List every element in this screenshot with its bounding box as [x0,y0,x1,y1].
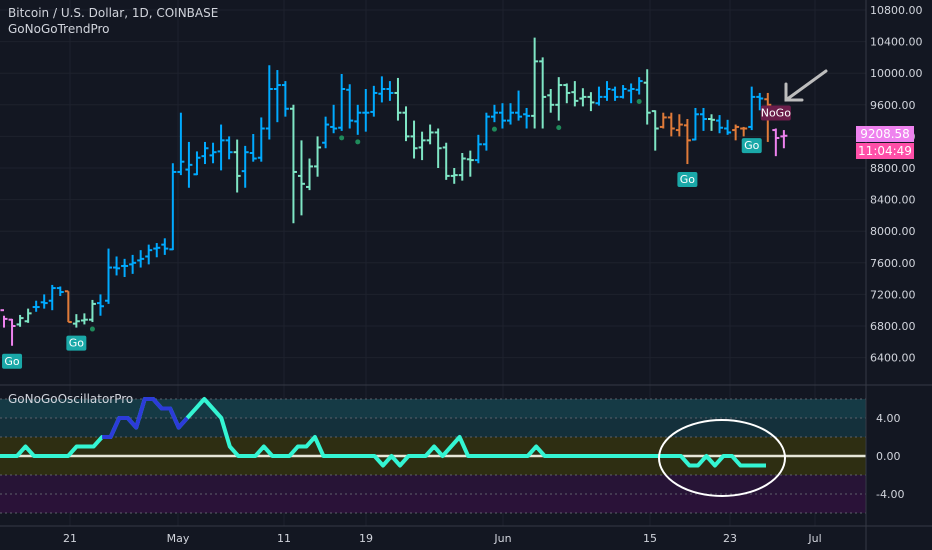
countdown-tag: 11:04:49 [856,143,914,159]
price-tick-label: 7600.00 [870,257,916,270]
time-tick-label: Jul [807,532,821,545]
oscillator-tick-label: 0.00 [876,450,901,463]
price-tick-label: 6400.00 [870,352,916,365]
oscillator-tick-label: 4.00 [876,412,901,425]
go-dot [556,125,562,131]
go-dot [89,326,95,332]
go-dot [636,99,642,105]
time-tick-label: 21 [63,532,77,545]
go-dot [339,135,345,141]
current-price-tag: 9208.58 [856,126,914,142]
time-tick-label: 23 [723,532,737,545]
price-tick-label: 10800.00 [870,4,923,17]
price-tick-label: 10000.00 [870,67,923,80]
price-tick-label: 8400.00 [870,194,916,207]
price-tick-label: 10400.00 [870,36,923,49]
time-tick-label: May [167,532,190,545]
go-dot [355,139,361,145]
signal-label-text: Go [744,139,760,152]
go-dot [491,126,497,132]
time-tick-label: 15 [643,532,657,545]
time-tick-label: Jun [493,532,511,545]
symbol-title: Bitcoin / U.S. Dollar, 1D, COINBASE [8,6,219,20]
trend-indicator-title: GoNoGoTrendPro [8,22,110,36]
oscillator-tick-label: -4.00 [876,488,904,501]
price-tick-label: 8800.00 [870,162,916,175]
signal-label-text: Go [680,173,696,186]
price-tick-label: 9600.00 [870,99,916,112]
oscillator-title: GoNoGoOscillatorPro [8,392,134,406]
oscillator-band [0,475,866,494]
price-tick-label: 7200.00 [870,288,916,301]
signal-label-text: Go [4,355,20,368]
price-tick-label: 6800.00 [870,320,916,333]
price-tick-label: 8000.00 [870,225,916,238]
signal-label-text: NoGo [761,107,791,120]
trading-chart[interactable]: Go Go Go Go NoGo 10800.00 10400.00 10000.00 960… [0,0,932,550]
time-tick-label: 19 [359,532,373,545]
oscillator-band [0,494,866,513]
time-tick-label: 11 [277,532,291,545]
signal-label-text: Go [69,337,85,350]
